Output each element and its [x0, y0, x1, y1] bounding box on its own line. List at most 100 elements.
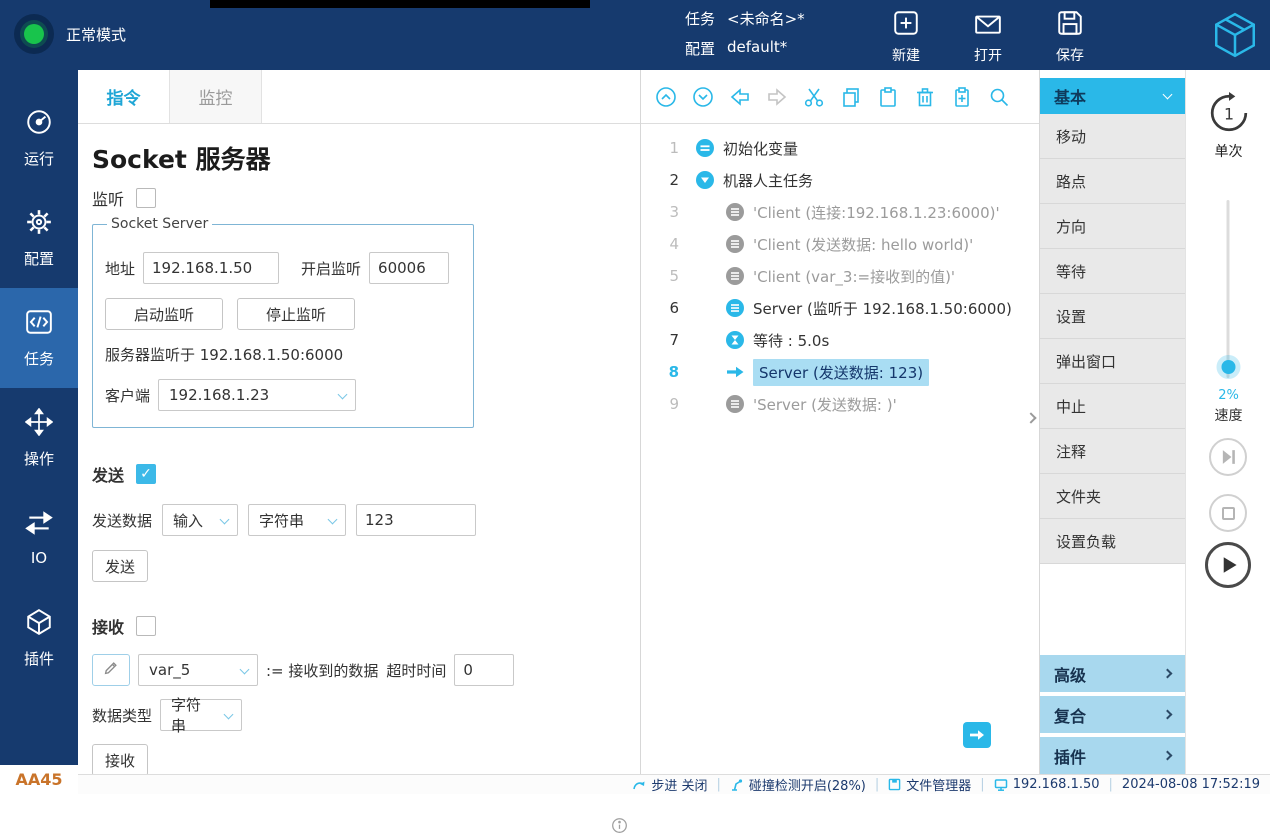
- copy-icon[interactable]: [840, 86, 862, 108]
- palette-item-popup[interactable]: 弹出窗口: [1040, 339, 1185, 384]
- program-row-server-send-empty[interactable]: 9 'Server (发送数据: )': [641, 388, 1039, 420]
- speed-slider-track[interactable]: [1227, 200, 1230, 378]
- start-listen-button[interactable]: 启动监听: [105, 298, 223, 330]
- single-run-control[interactable]: 1 单次: [1186, 92, 1270, 161]
- stop-listen-button[interactable]: 停止监听: [237, 298, 355, 330]
- open-task-button[interactable]: 打开: [960, 9, 1016, 65]
- mode-indicator[interactable]: 正常模式: [14, 14, 126, 54]
- receive-assign-text: := 接收到的数据: [266, 660, 378, 681]
- tab-monitor[interactable]: 监控: [170, 70, 262, 123]
- program-row-wait[interactable]: 7 等待 : 5.0s: [641, 324, 1039, 356]
- save-task-button[interactable]: 保存: [1042, 9, 1098, 65]
- sidebar-item-run[interactable]: 运行: [0, 88, 78, 188]
- run-control-bar: 1 单次 2% 速度: [1185, 70, 1270, 774]
- panel-collapse-handle[interactable]: [1023, 394, 1039, 442]
- send-section-label: 发送: [92, 462, 124, 486]
- send-type-select[interactable]: 字符串: [248, 504, 346, 536]
- speed-value: 2%: [1186, 388, 1270, 403]
- timeout-input[interactable]: [454, 654, 514, 686]
- program-tree-panel: 1 初始化变量 2 机器人主任务 3 'Client (连接:192.168.1…: [641, 70, 1040, 774]
- app-root: 正常模式 任务 <未命名>* 配置 default* 新建: [0, 0, 1270, 794]
- send-checkbox[interactable]: [136, 464, 156, 484]
- palette-item-wait[interactable]: 等待: [1040, 249, 1185, 294]
- program-row-client-receive[interactable]: 5 'Client (var_3:=接收到的值)': [641, 260, 1039, 292]
- send-button[interactable]: 发送: [92, 550, 148, 582]
- palette-item-move[interactable]: 移动: [1040, 114, 1185, 159]
- sidebar-item-config[interactable]: 配置: [0, 188, 78, 288]
- file-manager-link[interactable]: 文件管理器: [888, 775, 971, 794]
- palette-item-set[interactable]: 设置: [1040, 294, 1185, 339]
- command-palette: 基本 移动 路点 方向 等待 设置 弹出窗口 中止 注释 文件夹 设置负载 高级…: [1040, 70, 1185, 774]
- step-mode-icon: [632, 778, 646, 792]
- receive-button[interactable]: 接收: [92, 744, 148, 776]
- disabled-step-icon: [725, 266, 745, 286]
- io-swap-icon: [25, 509, 53, 541]
- palette-item-comment[interactable]: 注释: [1040, 429, 1185, 474]
- port-input[interactable]: [369, 252, 449, 284]
- program-row-init[interactable]: 1 初始化变量: [641, 132, 1039, 164]
- palette-item-folder[interactable]: 文件夹: [1040, 474, 1185, 519]
- play-button[interactable]: [1205, 542, 1251, 588]
- instruction-editor-panel: 指令 监控 Socket 服务器 监听 Socket Server 地址 开启监…: [78, 70, 641, 774]
- cut-icon[interactable]: [803, 86, 825, 108]
- palette-item-payload[interactable]: 设置负载: [1040, 519, 1185, 564]
- main-area: 指令 监控 Socket 服务器 监听 Socket Server 地址 开启监…: [78, 70, 1270, 774]
- palette-group-plugin[interactable]: 插件: [1040, 737, 1185, 774]
- stop-button[interactable]: [1209, 494, 1247, 532]
- info-icon[interactable]: [611, 817, 628, 838]
- palette-item-direction[interactable]: 方向: [1040, 204, 1185, 249]
- robot-id-badge[interactable]: AA45: [0, 765, 78, 794]
- play-icon: [1216, 553, 1240, 577]
- sidebar-item-plugin[interactable]: 插件: [0, 588, 78, 688]
- program-row-server-send-selected[interactable]: 8 Server (发送数据: 123): [641, 356, 1039, 388]
- sidebar-item-operate[interactable]: 操作: [0, 388, 78, 488]
- chevron-down-icon: [240, 665, 250, 675]
- send-source-select[interactable]: 输入: [162, 504, 238, 536]
- search-icon[interactable]: [988, 86, 1010, 108]
- step-forward-button[interactable]: [1209, 438, 1247, 476]
- sidebar-item-io[interactable]: IO: [0, 488, 78, 588]
- skip-icon: [1216, 445, 1240, 469]
- client-select[interactable]: 192.168.1.23: [158, 379, 356, 411]
- palette-header-basic[interactable]: 基本: [1040, 78, 1185, 114]
- collapse-all-icon[interactable]: [655, 86, 677, 108]
- palette-item-abort[interactable]: 中止: [1040, 384, 1185, 429]
- collision-icon: [730, 778, 744, 792]
- send-value-input[interactable]: [356, 504, 476, 536]
- datatype-select[interactable]: 字符串: [160, 699, 242, 731]
- mode-label: 正常模式: [66, 24, 126, 45]
- jump-to-current-step-button[interactable]: [963, 722, 991, 748]
- chevron-down-icon: [224, 710, 234, 720]
- program-toolbar: [641, 70, 1039, 124]
- receive-variable-select[interactable]: var_5: [138, 654, 258, 686]
- step-mode-status[interactable]: 步进 关闭: [632, 775, 707, 794]
- address-input[interactable]: [143, 252, 279, 284]
- program-row-client-send[interactable]: 4 'Client (发送数据: hello world)': [641, 228, 1039, 260]
- speed-slider-thumb[interactable]: [1221, 360, 1235, 374]
- edit-variable-button[interactable]: [92, 654, 130, 686]
- expand-all-icon[interactable]: [692, 86, 714, 108]
- single-cycle-icon: 1: [1208, 92, 1250, 134]
- redo-icon[interactable]: [766, 86, 788, 108]
- palette-group-advanced[interactable]: 高级: [1040, 655, 1185, 692]
- collision-detect-status[interactable]: 碰撞检测开启(28%): [730, 775, 866, 794]
- palette-group-composite[interactable]: 复合: [1040, 696, 1185, 733]
- program-row-client-connect[interactable]: 3 'Client (连接:192.168.1.23:6000)': [641, 196, 1039, 228]
- listen-checkbox[interactable]: [136, 188, 156, 208]
- delete-icon[interactable]: [914, 86, 936, 108]
- tab-instruction[interactable]: 指令: [78, 70, 170, 123]
- topbar-actions: 新建 打开 保存: [878, 9, 1098, 65]
- port-label: 开启监听: [301, 258, 361, 279]
- receive-checkbox[interactable]: [136, 616, 156, 636]
- palette-item-waypoint[interactable]: 路点: [1040, 159, 1185, 204]
- program-row-server-listen[interactable]: 6 Server (监听于 192.168.1.50:6000): [641, 292, 1039, 324]
- controller-ip[interactable]: 192.168.1.50: [994, 777, 1100, 792]
- undo-icon[interactable]: [729, 86, 751, 108]
- program-row-main-task[interactable]: 2 机器人主任务: [641, 164, 1039, 196]
- chevron-down-icon: [328, 515, 338, 525]
- sidebar-item-task[interactable]: 任务: [0, 288, 78, 388]
- new-task-button[interactable]: 新建: [878, 9, 934, 65]
- server-status-text: 服务器监听于 192.168.1.50:6000: [105, 344, 461, 365]
- paste-into-icon[interactable]: [951, 86, 973, 108]
- paste-icon[interactable]: [877, 86, 899, 108]
